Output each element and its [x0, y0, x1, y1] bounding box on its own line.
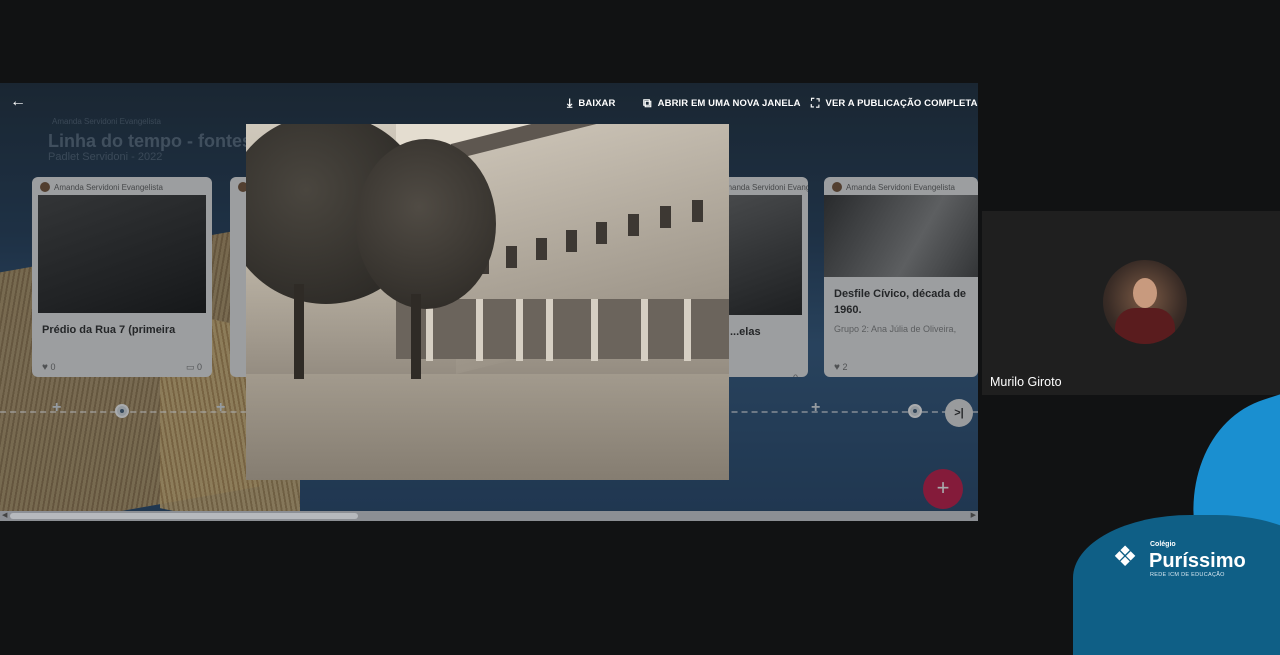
- full-publication-button[interactable]: ⛶ VER A PUBLICAÇÃO COMPLETA: [811, 96, 978, 111]
- horizontal-scrollbar[interactable]: ◀ ▶: [0, 511, 978, 521]
- scrollbar-thumb[interactable]: [10, 513, 358, 519]
- scroll-right-icon[interactable]: ▶: [971, 511, 976, 519]
- shared-screen: Amanda Servidoni Evangelista Linha do te…: [0, 83, 978, 521]
- avatar-face: [1133, 278, 1157, 308]
- photo-window: [566, 230, 577, 252]
- arrow-left-icon[interactable]: ←: [10, 93, 26, 111]
- photo-window: [660, 206, 671, 228]
- logo-emblem-icon: ❖: [1112, 541, 1138, 572]
- avatar-body: [1115, 308, 1175, 344]
- open-new-window-button[interactable]: ⧉ ABRIR EM UMA NOVA JANELA: [643, 96, 801, 111]
- open-new-window-label: ABRIR EM UMA NOVA JANELA: [657, 98, 801, 109]
- photo-tree: [356, 139, 496, 309]
- photo-column: [546, 299, 553, 361]
- participant-avatar: [1103, 260, 1187, 344]
- photo-window: [628, 214, 639, 236]
- photo-trunk: [294, 284, 304, 379]
- photo-ground: [246, 374, 729, 480]
- lightbox-photo[interactable]: [246, 124, 729, 480]
- fullscreen-icon: ⛶: [811, 96, 820, 110]
- download-label: BAIXAR: [578, 98, 616, 109]
- photo-window: [536, 238, 547, 260]
- logo-tagline: REDE ICM DE EDUCAÇÃO: [1150, 572, 1225, 578]
- scroll-left-icon[interactable]: ◀: [2, 511, 7, 519]
- photo-column: [591, 299, 598, 361]
- logo-small-text: Colégio: [1150, 541, 1176, 548]
- photo-column: [641, 299, 648, 361]
- logo-name: Puríssimo: [1149, 550, 1246, 572]
- participant-video-tile[interactable]: Murilo Giroto: [982, 211, 1280, 395]
- photo-window: [692, 200, 703, 222]
- photo-column: [684, 299, 691, 361]
- participant-name: Murilo Giroto: [990, 375, 1062, 389]
- photo-window: [506, 246, 517, 268]
- photo-column: [516, 299, 523, 361]
- photo-trunk: [411, 294, 421, 379]
- full-publication-label: VER A PUBLICAÇÃO COMPLETA: [825, 98, 978, 109]
- download-button[interactable]: ⤓ BAIXAR: [567, 96, 615, 111]
- photo-column: [476, 299, 483, 361]
- photo-window: [596, 222, 607, 244]
- photo-arcade: [396, 299, 729, 359]
- external-link-icon: ⧉: [643, 96, 652, 110]
- school-logo: ❖ Colégio Puríssimo REDE ICM DE EDUCAÇÃO: [1108, 538, 1248, 588]
- download-icon: ⤓: [567, 96, 573, 110]
